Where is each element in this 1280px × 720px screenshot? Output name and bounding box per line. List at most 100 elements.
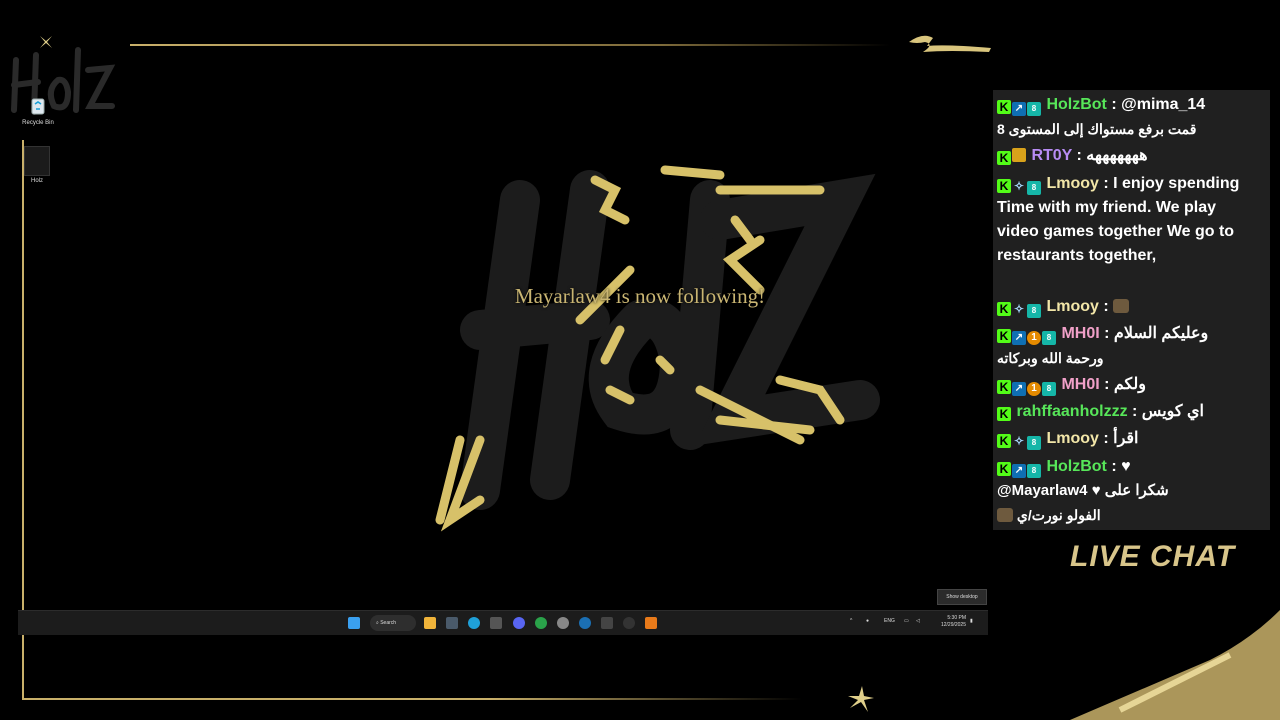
heart-icon: ♥	[1091, 482, 1101, 499]
microphone-icon[interactable]: ●	[866, 618, 869, 624]
chat-message: K ↗ 8 HolzBot : @mima_14 قمت برفع مستواك إ…	[997, 93, 1259, 141]
clock-date: 12/29/2025	[940, 622, 966, 628]
subscriber-badge-icon: 8	[1042, 382, 1056, 396]
chat-message: K ↗ 1 8 MH0I : ولكم	[997, 373, 1259, 397]
kick-badge-icon: K	[997, 329, 1011, 343]
gifter-badge-icon: 1	[1027, 382, 1041, 396]
chat-text-line2: ورحمة الله وبركاته	[997, 350, 1104, 366]
holz-shortcut-label: Holz	[30, 178, 43, 184]
chat-text-line2: قمت برفع مستواك إلى المستوى 8	[997, 121, 1197, 137]
chat-text-line3: الفولو نورت/ي	[997, 503, 1259, 527]
live-chat-label: LIVE CHAT	[1070, 540, 1236, 573]
volume-icon[interactable]: ◁	[916, 618, 920, 624]
kick-badge-icon: K	[997, 380, 1011, 394]
chat-message: K rahffaanholzzz : اي كويس	[997, 400, 1259, 424]
recycle-bin-shortcut[interactable]: Recycle Bin	[18, 94, 58, 126]
chat-username: Lmooy	[1046, 298, 1099, 315]
crown-badge-icon	[1012, 148, 1026, 162]
discord-icon[interactable]	[513, 617, 525, 629]
search-label: Search	[380, 620, 397, 626]
chat-username: Lmooy	[1046, 175, 1099, 192]
chat-message: K RT0Y : هههههههه	[997, 144, 1259, 168]
emote-icon	[997, 508, 1013, 522]
recycle-bin-icon	[31, 98, 45, 115]
kick-badge-icon: K	[997, 100, 1011, 114]
taskbar: ⌕ Search ^ ● ENG ▭ ◁ 5:30 PM 12/29/2025 …	[18, 610, 988, 635]
verified-badge-icon: ↗	[1012, 464, 1026, 478]
file-explorer-icon[interactable]	[424, 617, 436, 629]
network-icon[interactable]: ▭	[904, 618, 909, 624]
chat-text: شكرا على	[1104, 482, 1169, 499]
chat-message: K ✧ 8 Lmooy : I enjoy spending Time with m…	[997, 175, 1240, 264]
gold-brush-stroke-icon	[909, 35, 991, 52]
subscriber-badge-icon: 8	[1042, 331, 1056, 345]
chat-text: @mima_14	[1121, 96, 1206, 113]
star-icon	[40, 36, 52, 48]
chat-username: HolzBot	[1046, 458, 1107, 475]
holz-shortcut[interactable]: Holz	[17, 146, 57, 184]
chat-mention: @Mayarlaw4	[997, 482, 1088, 499]
gold-brush-corner-icon	[1070, 610, 1280, 720]
holz-shortcut-icon	[24, 146, 50, 176]
chat-message: K ✧ 8 Lmooy : اقرأ	[997, 427, 1259, 451]
gifter-badge-icon: 1	[1027, 331, 1041, 345]
steam-icon[interactable]	[579, 617, 591, 629]
verified-badge-icon: ↗	[1012, 331, 1026, 345]
kick-badge-icon: K	[997, 434, 1011, 448]
subscriber-badge-icon: 8	[1027, 436, 1041, 450]
chat-text: ولكم	[1113, 376, 1146, 393]
search-button[interactable]: ⌕ Search	[370, 615, 416, 631]
frame-top-line	[130, 44, 890, 46]
settings-icon[interactable]	[557, 617, 569, 629]
show-desktop-tooltip: Show desktop	[937, 589, 987, 605]
kick-badge-icon: K	[997, 462, 1011, 476]
store-icon[interactable]	[446, 617, 458, 629]
start-icon[interactable]	[348, 617, 360, 629]
emote-icon	[1113, 299, 1130, 313]
chat-username: MH0I	[1061, 376, 1100, 393]
subscriber-badge-icon: 8	[1027, 304, 1041, 318]
follow-alert-text: Mayarlaw4 is now following!	[514, 284, 766, 308]
language-indicator[interactable]: ENG	[884, 618, 895, 624]
obs-icon[interactable]	[623, 617, 635, 629]
subscriber-badge-icon: 8	[1027, 464, 1041, 478]
kick-badge-icon: K	[997, 151, 1011, 165]
kick-badge-icon: K	[997, 302, 1011, 316]
chat-text: اي كويس	[1141, 403, 1204, 420]
chat-text: هههههههه	[1086, 147, 1148, 164]
kick-badge-icon: K	[997, 407, 1011, 421]
star-icon	[848, 686, 874, 712]
chat-message: K ↗ 8 HolzBot : ♥ @Mayarlaw4 ♥ شكرا على ال…	[997, 455, 1259, 527]
chat-text: اقرأ	[1113, 430, 1139, 447]
frame-bottom-line	[22, 698, 802, 700]
kick-badge-icon: K	[997, 179, 1011, 193]
sparkle-badge-icon: ✧	[1013, 179, 1025, 193]
chat-message: K ↗ 1 8 MH0I : وعليكم السلام ورحمة الله وبر…	[997, 322, 1259, 370]
taskview-icon[interactable]	[490, 617, 502, 629]
chat-username: MH0I	[1061, 325, 1100, 342]
sparkle-badge-icon: ✧	[1013, 434, 1025, 448]
chrome-icon[interactable]	[535, 617, 547, 629]
verified-badge-icon: ↗	[1012, 102, 1026, 116]
live-chat-panel: K ↗ 8 HolzBot : @mima_14 قمت برفع مستواك إ…	[993, 90, 1270, 530]
chat-message: K ✧ 8 Lmooy :	[997, 295, 1259, 319]
tray-chevron-icon[interactable]: ^	[850, 618, 852, 624]
chat-username: HolzBot	[1046, 96, 1107, 113]
keyboard-icon[interactable]	[601, 617, 613, 629]
chat-text: وعليكم السلام	[1113, 325, 1209, 342]
recycle-bin-label: Recycle Bin	[22, 120, 54, 126]
chat-username: RT0Y	[1031, 147, 1073, 164]
taskbar-clock[interactable]: 5:30 PM 12/29/2025	[930, 615, 966, 629]
clock-time: 5:30 PM	[947, 615, 966, 621]
heart-icon: ♥	[1121, 458, 1131, 475]
notification-icon[interactable]: ▮	[970, 618, 973, 624]
subscriber-badge-icon: 8	[1027, 181, 1041, 195]
chat-text-line2: @Mayarlaw4 ♥ شكرا على	[997, 479, 1259, 503]
subscriber-badge-icon: 8	[1027, 102, 1041, 116]
edge-icon[interactable]	[468, 617, 480, 629]
holz-wallpaper-logo-icon	[435, 165, 880, 532]
chat-text: الفولو نورت/ي	[1016, 507, 1101, 523]
vlc-icon[interactable]	[645, 617, 657, 629]
chat-username: rahffaanholzzz	[1016, 403, 1128, 420]
verified-badge-icon: ↗	[1012, 382, 1026, 396]
